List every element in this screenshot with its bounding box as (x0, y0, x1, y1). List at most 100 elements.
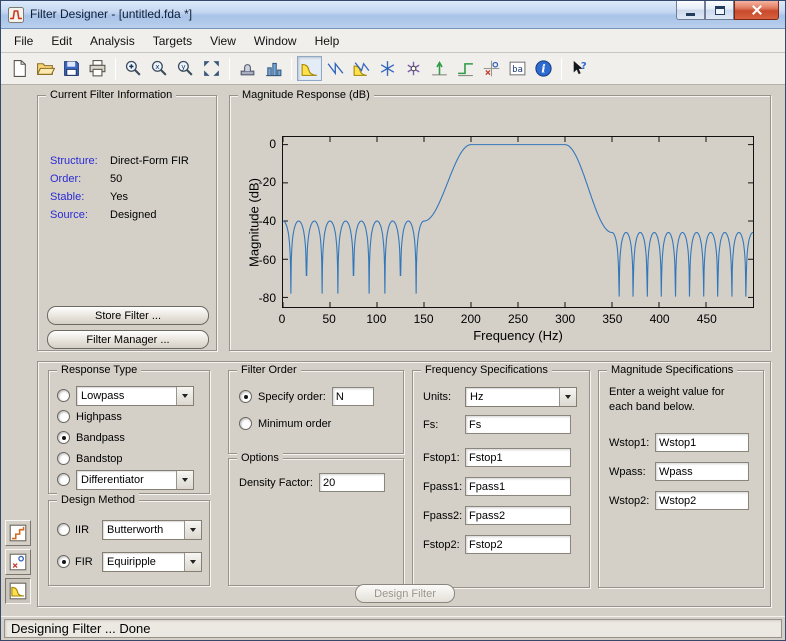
fstop1-input[interactable] (465, 448, 571, 467)
close-button[interactable] (734, 1, 779, 20)
combo-value: Lowpass (77, 387, 176, 405)
order-input[interactable] (332, 387, 374, 406)
iir-radio[interactable] (57, 523, 70, 536)
specify-order-radio[interactable] (239, 390, 252, 403)
info-value: Yes (110, 188, 128, 206)
wstop1-input[interactable] (655, 433, 749, 452)
filter-manager-button[interactable]: Filter Manager ... (47, 330, 209, 349)
current-filter-info-panel: Current Filter Information Structure:Dir… (37, 95, 217, 351)
save-session-button[interactable] (59, 56, 84, 81)
multirate-icon (264, 59, 283, 78)
chevron-down-icon (184, 553, 201, 571)
fir-radio[interactable] (57, 555, 70, 568)
magnitude-response-button[interactable] (297, 56, 322, 81)
maximize-button[interactable] (705, 1, 734, 20)
bandstop-radio[interactable] (57, 452, 70, 465)
highpass-radio[interactable] (57, 410, 70, 423)
zoom-y-button[interactable]: y (173, 56, 198, 81)
convert-structure-button[interactable] (235, 56, 260, 81)
group-delay-button[interactable] (375, 56, 400, 81)
zoom-x-button[interactable]: x (147, 56, 172, 81)
phase-delay-button[interactable] (401, 56, 426, 81)
filter-info-button[interactable]: i (531, 56, 556, 81)
spec-label: Fpass1: (423, 481, 465, 493)
x-tick-label: 450 (692, 312, 722, 326)
phase-delay-icon (404, 59, 423, 78)
design-filter-button[interactable]: Design Filter (355, 584, 455, 603)
fpass1-input[interactable] (465, 477, 571, 496)
menu-analysis[interactable]: Analysis (81, 31, 144, 51)
menu-help[interactable]: Help (306, 31, 349, 51)
filter-order-group: Filter Order Specify order: Minimum orde… (228, 370, 404, 454)
multirate-button[interactable] (261, 56, 286, 81)
menu-view[interactable]: View (201, 31, 245, 51)
magnitude-phase-button[interactable] (349, 56, 374, 81)
x-tick-label: 400 (645, 312, 675, 326)
step-response-button[interactable] (453, 56, 478, 81)
menu-edit[interactable]: Edit (42, 31, 81, 51)
full-view-button[interactable] (199, 56, 224, 81)
magnitude-plot[interactable] (282, 136, 754, 308)
status-message: Designing Filter ... Done (4, 619, 782, 638)
store-filter-button[interactable]: Store Filter ... (47, 306, 209, 325)
open-session-button[interactable] (33, 56, 58, 81)
full-view-icon (202, 59, 221, 78)
impulse-response-button[interactable] (427, 56, 452, 81)
group-title: Options (237, 451, 283, 465)
specify-order-row: Specify order: (239, 387, 374, 406)
y-tick-label: -20 (242, 175, 276, 189)
chevron-down-icon (176, 387, 193, 405)
magnitude-phase-icon (352, 59, 371, 78)
lowpass-radio[interactable] (57, 389, 70, 402)
units-select[interactable]: Hz (465, 387, 577, 407)
whats-this-button[interactable]: ? (567, 56, 592, 81)
window-title: Filter Designer - [untitled.fda *] (30, 7, 670, 22)
frequency-fields: Fs:Fstop1:Fpass1:Fpass2:Fstop2: (423, 415, 571, 564)
coefficients-button[interactable]: ba (505, 56, 530, 81)
svg-text:x: x (155, 62, 160, 71)
new-session-button[interactable] (7, 56, 32, 81)
bandpass-radio[interactable] (57, 431, 70, 444)
differentiator-select[interactable]: Differentiator (76, 470, 194, 490)
fs-input[interactable] (465, 415, 571, 434)
zoom-in-button[interactable] (121, 56, 146, 81)
impulse-response-icon (430, 59, 449, 78)
fir-method-select[interactable]: Equiripple (102, 552, 202, 572)
svg-text:ba: ba (512, 65, 523, 75)
sidebar-quantization-button[interactable] (5, 520, 31, 546)
minimize-button[interactable] (676, 1, 705, 20)
pole-zero-button[interactable] (479, 56, 504, 81)
group-title: Filter Order (237, 363, 301, 377)
spec-label: Fstop1: (423, 452, 465, 464)
menu-window[interactable]: Window (245, 31, 306, 51)
open-icon (36, 59, 55, 78)
fstop2-input[interactable] (465, 535, 571, 554)
wpass-input[interactable] (655, 462, 749, 481)
menu-bar: FileEditAnalysisTargetsViewWindowHelp (1, 29, 785, 53)
phase-response-button[interactable] (323, 56, 348, 81)
fpass2-input[interactable] (465, 506, 571, 525)
menu-targets[interactable]: Targets (144, 31, 201, 51)
option-label: Highpass (76, 411, 122, 423)
design-method-label: IIR (75, 524, 97, 536)
sidebar-design-filter-button[interactable] (5, 578, 31, 604)
chevron-down-icon (559, 388, 576, 406)
option-label: Bandstop (76, 453, 122, 465)
differentiator-radio[interactable] (57, 473, 70, 486)
weight-note: Enter a weight value for each band below… (609, 385, 751, 415)
toolbar-separator (561, 58, 562, 80)
minimum-order-radio[interactable] (239, 417, 252, 430)
wstop2-input[interactable] (655, 491, 749, 510)
lowpass-select[interactable]: Lowpass (76, 386, 194, 406)
frequency-spec-row: Fstop1: (423, 448, 571, 467)
magnitude-response-panel: Magnitude Response (dB) Magnitude (dB) 0… (229, 95, 771, 351)
menu-file[interactable]: File (5, 31, 42, 51)
density-factor-input[interactable] (319, 473, 385, 492)
design-method-option: IIR Butterworth (49, 519, 209, 540)
y-tick-label: -60 (242, 253, 276, 267)
print-button[interactable] (85, 56, 110, 81)
svg-text:i: i (541, 63, 545, 76)
coefficients-icon: ba (508, 59, 527, 78)
iir-method-select[interactable]: Butterworth (102, 520, 202, 540)
sidebar-pole-zero-editor-button[interactable] (5, 549, 31, 575)
